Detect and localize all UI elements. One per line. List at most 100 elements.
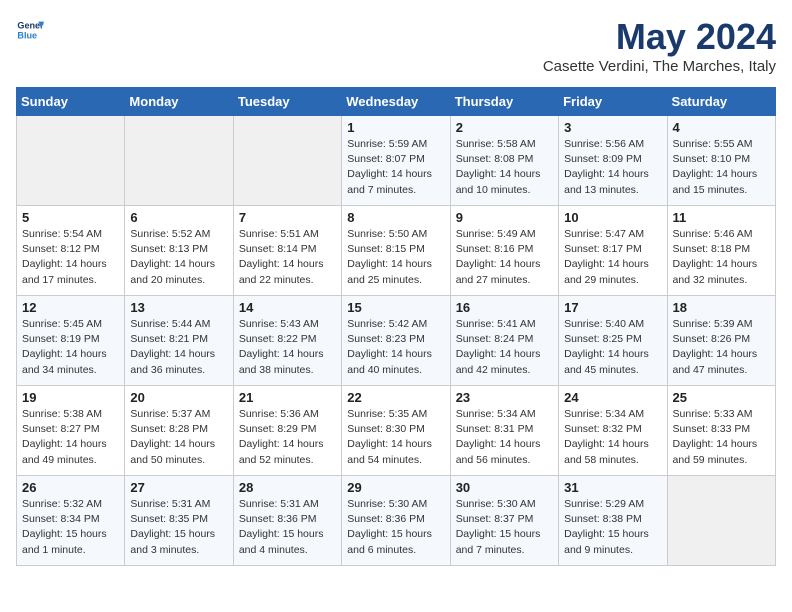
day-info: Sunrise: 5:33 AMSunset: 8:33 PMDaylight:… [673, 407, 770, 468]
calendar-cell: 28 Sunrise: 5:31 AMSunset: 8:36 PMDayligh… [233, 476, 341, 566]
day-number: 17 [564, 300, 661, 315]
calendar-cell: 20Sunrise: 5:37 AMSunset: 8:28 PMDayligh… [125, 386, 233, 476]
day-number: 7 [239, 210, 336, 225]
day-info: Sunrise: 5:39 AMSunset: 8:26 PMDaylight:… [673, 317, 770, 378]
calendar-cell: 12 Sunrise: 5:45 AMSunset: 8:19 PMDayligh… [17, 296, 125, 386]
day-number: 21 [239, 390, 336, 405]
header-cell-monday: Monday [125, 88, 233, 116]
calendar-cell: 18 Sunrise: 5:39 AMSunset: 8:26 PMDayligh… [667, 296, 775, 386]
day-info: Sunrise: 5:34 AMSunset: 8:32 PMDaylight:… [564, 407, 661, 468]
day-info: Sunrise: 5:52 AMSunset: 8:13 PMDaylight:… [130, 227, 227, 288]
calendar-cell: 29 Sunrise: 5:30 AMSunset: 8:36 PMDayligh… [342, 476, 450, 566]
week-row-4: 19 Sunrise: 5:38 AMSunset: 8:27 PMDayligh… [17, 386, 776, 476]
day-number: 18 [673, 300, 770, 315]
calendar-cell: 16Sunrise: 5:41 AMSunset: 8:24 PMDayligh… [450, 296, 558, 386]
calendar-cell: 9 Sunrise: 5:49 AMSunset: 8:16 PMDaylight… [450, 206, 558, 296]
calendar-cell: 5Sunrise: 5:54 AMSunset: 8:12 PMDaylight… [17, 206, 125, 296]
calendar-cell: 15 Sunrise: 5:42 AMSunset: 8:23 PMDayligh… [342, 296, 450, 386]
day-info: Sunrise: 5:46 AMSunset: 8:18 PMDaylight:… [673, 227, 770, 288]
week-row-1: 1 Sunrise: 5:59 AMSunset: 8:07 PMDaylight… [17, 116, 776, 206]
calendar-cell: 4 Sunrise: 5:55 AMSunset: 8:10 PMDaylight… [667, 116, 775, 206]
calendar-cell: 8Sunrise: 5:50 AMSunset: 8:15 PMDaylight… [342, 206, 450, 296]
svg-text:Blue: Blue [17, 30, 37, 40]
day-number: 10 [564, 210, 661, 225]
calendar-cell [233, 116, 341, 206]
day-info: Sunrise: 5:35 AMSunset: 8:30 PMDaylight:… [347, 407, 444, 468]
day-number: 28 [239, 480, 336, 495]
day-info: Sunrise: 5:31 AMSunset: 8:35 PMDaylight:… [130, 497, 227, 558]
calendar-title: May 2024 [543, 16, 776, 58]
day-number: 29 [347, 480, 444, 495]
calendar-cell: 1 Sunrise: 5:59 AMSunset: 8:07 PMDaylight… [342, 116, 450, 206]
calendar-cell: 3 Sunrise: 5:56 AMSunset: 8:09 PMDaylight… [559, 116, 667, 206]
day-number: 5 [22, 210, 119, 225]
calendar-cell: 22 Sunrise: 5:35 AMSunset: 8:30 PMDayligh… [342, 386, 450, 476]
calendar-cell [125, 116, 233, 206]
day-number: 16 [456, 300, 553, 315]
header: General Blue May 2024 Casette Verdini, T… [16, 16, 776, 75]
day-info: Sunrise: 5:44 AMSunset: 8:21 PMDaylight:… [130, 317, 227, 378]
day-info: Sunrise: 5:56 AMSunset: 8:09 PMDaylight:… [564, 137, 661, 198]
day-info: Sunrise: 5:43 AMSunset: 8:22 PMDaylight:… [239, 317, 336, 378]
header-cell-tuesday: Tuesday [233, 88, 341, 116]
week-row-2: 5Sunrise: 5:54 AMSunset: 8:12 PMDaylight… [17, 206, 776, 296]
day-info: Sunrise: 5:42 AMSunset: 8:23 PMDaylight:… [347, 317, 444, 378]
calendar-cell: 7 Sunrise: 5:51 AMSunset: 8:14 PMDaylight… [233, 206, 341, 296]
day-number: 22 [347, 390, 444, 405]
calendar-cell: 13 Sunrise: 5:44 AMSunset: 8:21 PMDayligh… [125, 296, 233, 386]
day-info: Sunrise: 5:49 AMSunset: 8:16 PMDaylight:… [456, 227, 553, 288]
calendar-subtitle: Casette Verdini, The Marches, Italy [543, 58, 776, 75]
day-number: 9 [456, 210, 553, 225]
day-number: 14 [239, 300, 336, 315]
header-cell-wednesday: Wednesday [342, 88, 450, 116]
day-info: Sunrise: 5:37 AMSunset: 8:28 PMDaylight:… [130, 407, 227, 468]
day-number: 3 [564, 120, 661, 135]
calendar-cell [667, 476, 775, 566]
day-info: Sunrise: 5:55 AMSunset: 8:10 PMDaylight:… [673, 137, 770, 198]
title-area: May 2024 Casette Verdini, The Marches, I… [543, 16, 776, 75]
calendar-header-row: SundayMondayTuesdayWednesdayThursdayFrid… [17, 88, 776, 116]
day-number: 1 [347, 120, 444, 135]
day-number: 25 [673, 390, 770, 405]
day-number: 24 [564, 390, 661, 405]
day-number: 31 [564, 480, 661, 495]
day-info: Sunrise: 5:45 AMSunset: 8:19 PMDaylight:… [22, 317, 119, 378]
day-number: 13 [130, 300, 227, 315]
day-number: 26 [22, 480, 119, 495]
calendar-cell: 26Sunrise: 5:32 AMSunset: 8:34 PMDayligh… [17, 476, 125, 566]
calendar-cell: 31 Sunrise: 5:29 AMSunset: 8:38 PMDayligh… [559, 476, 667, 566]
day-info: Sunrise: 5:30 AMSunset: 8:37 PMDaylight:… [456, 497, 553, 558]
day-number: 23 [456, 390, 553, 405]
calendar-table: SundayMondayTuesdayWednesdayThursdayFrid… [16, 87, 776, 566]
header-cell-saturday: Saturday [667, 88, 775, 116]
day-number: 19 [22, 390, 119, 405]
calendar-cell: 6Sunrise: 5:52 AMSunset: 8:13 PMDaylight… [125, 206, 233, 296]
day-info: Sunrise: 5:30 AMSunset: 8:36 PMDaylight:… [347, 497, 444, 558]
day-info: Sunrise: 5:59 AMSunset: 8:07 PMDaylight:… [347, 137, 444, 198]
day-info: Sunrise: 5:36 AMSunset: 8:29 PMDaylight:… [239, 407, 336, 468]
day-number: 4 [673, 120, 770, 135]
week-row-5: 26Sunrise: 5:32 AMSunset: 8:34 PMDayligh… [17, 476, 776, 566]
calendar-cell: 14 Sunrise: 5:43 AMSunset: 8:22 PMDayligh… [233, 296, 341, 386]
day-number: 2 [456, 120, 553, 135]
day-info: Sunrise: 5:31 AMSunset: 8:36 PMDaylight:… [239, 497, 336, 558]
day-info: Sunrise: 5:47 AMSunset: 8:17 PMDaylight:… [564, 227, 661, 288]
calendar-cell: 24 Sunrise: 5:34 AMSunset: 8:32 PMDayligh… [559, 386, 667, 476]
day-number: 11 [673, 210, 770, 225]
calendar-cell [17, 116, 125, 206]
day-number: 15 [347, 300, 444, 315]
header-cell-friday: Friday [559, 88, 667, 116]
day-info: Sunrise: 5:40 AMSunset: 8:25 PMDaylight:… [564, 317, 661, 378]
calendar-cell: 11 Sunrise: 5:46 AMSunset: 8:18 PMDayligh… [667, 206, 775, 296]
logo-icon: General Blue [16, 16, 44, 44]
calendar-cell: 21 Sunrise: 5:36 AMSunset: 8:29 PMDayligh… [233, 386, 341, 476]
day-info: Sunrise: 5:38 AMSunset: 8:27 PMDaylight:… [22, 407, 119, 468]
day-info: Sunrise: 5:50 AMSunset: 8:15 PMDaylight:… [347, 227, 444, 288]
day-info: Sunrise: 5:29 AMSunset: 8:38 PMDaylight:… [564, 497, 661, 558]
day-info: Sunrise: 5:58 AMSunset: 8:08 PMDaylight:… [456, 137, 553, 198]
day-info: Sunrise: 5:34 AMSunset: 8:31 PMDaylight:… [456, 407, 553, 468]
day-info: Sunrise: 5:51 AMSunset: 8:14 PMDaylight:… [239, 227, 336, 288]
day-number: 12 [22, 300, 119, 315]
calendar-cell: 27Sunrise: 5:31 AMSunset: 8:35 PMDayligh… [125, 476, 233, 566]
calendar-cell: 2 Sunrise: 5:58 AMSunset: 8:08 PMDaylight… [450, 116, 558, 206]
